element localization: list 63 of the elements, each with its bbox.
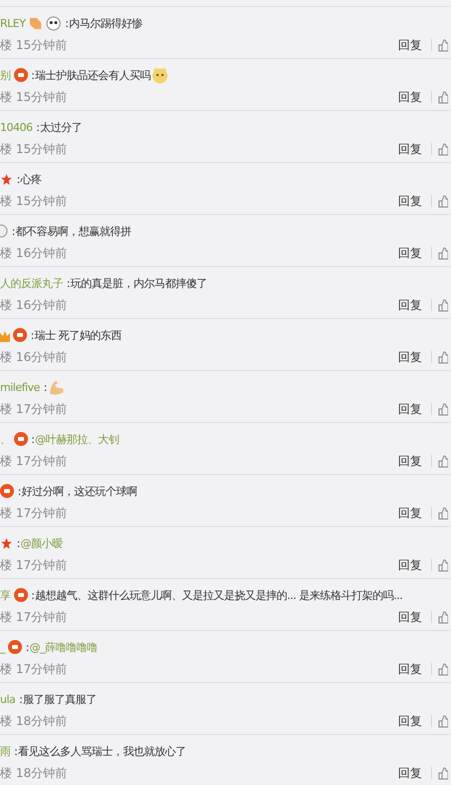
flexed-arm-icon <box>47 378 66 396</box>
floor-time: 楼 17分钟前 <box>0 556 68 574</box>
badge-icon <box>8 640 22 654</box>
reply-link[interactable]: 回复 <box>398 192 422 210</box>
thumbs-up-icon[interactable] <box>438 38 448 52</box>
reply-link[interactable]: 回复 <box>398 556 422 574</box>
reply-link[interactable]: 回复 <box>398 608 422 626</box>
floor-time: 楼 17分钟前 <box>0 452 68 470</box>
floor-time: 楼 15分钟前 <box>0 36 68 54</box>
thumbs-up-icon[interactable] <box>438 90 448 104</box>
floor-time: 楼 17分钟前 <box>0 400 68 418</box>
floor-time: 楼 18分钟前 <box>0 712 68 730</box>
floor-time: 楼 15分钟前 <box>0 88 68 106</box>
reply-link[interactable]: 回复 <box>398 504 422 522</box>
cat-face-icon <box>150 66 168 84</box>
thumbs-up-icon[interactable] <box>438 454 448 468</box>
reply-link[interactable]: 回复 <box>398 348 422 366</box>
star-icon <box>0 172 13 186</box>
thumbs-up-icon[interactable] <box>438 298 448 312</box>
comment-text: 服了服了真服了 <box>22 692 96 706</box>
floor-time: 楼 17分钟前 <box>0 608 68 626</box>
floor-time: 楼 16分钟前 <box>0 348 68 366</box>
reply-link[interactable]: 回复 <box>398 140 422 158</box>
floor-time: 楼 17分钟前 <box>0 660 68 678</box>
reply-link[interactable]: 回复 <box>398 764 422 782</box>
comment-text: 内马尔踢得好惨 <box>68 16 142 30</box>
star-icon <box>0 536 13 550</box>
crown-icon <box>0 328 10 342</box>
thumbs-up-icon[interactable] <box>438 194 448 208</box>
floor-time: 楼 15分钟前 <box>0 140 68 158</box>
thumbs-up-icon[interactable] <box>438 662 448 676</box>
reply-link[interactable]: 回复 <box>398 244 422 262</box>
reply-link[interactable]: 回复 <box>398 88 422 106</box>
thumbs-up-icon[interactable] <box>438 610 448 624</box>
reply-link[interactable]: 回复 <box>398 660 422 678</box>
thumbs-up-icon[interactable] <box>438 766 448 780</box>
comment-text: 越想越气、这群什么玩意儿啊、又是拉又是挠又是摔的... 是来练格斗打架的吗... <box>35 588 402 602</box>
floor-time: 楼 16分钟前 <box>0 244 68 262</box>
badge-icon <box>13 328 27 342</box>
floor-time: 楼 18分钟前 <box>0 764 68 782</box>
badge-icon <box>14 432 28 446</box>
reply-link[interactable]: 回复 <box>398 36 422 54</box>
floor-time: 楼 16分钟前 <box>0 296 68 314</box>
badge-icon <box>14 68 28 82</box>
panda-icon <box>46 16 62 30</box>
reply-link[interactable]: 回复 <box>398 296 422 314</box>
thumbs-up-icon[interactable] <box>438 714 448 728</box>
badge-icon <box>14 588 28 602</box>
thumbs-up-icon[interactable] <box>438 142 448 156</box>
thumbs-up-icon[interactable] <box>438 246 448 260</box>
thumbs-up-icon[interactable] <box>438 350 448 364</box>
thumbs-up-icon[interactable] <box>438 506 448 520</box>
reply-link[interactable]: 回复 <box>398 452 422 470</box>
comment-text: 心疼 <box>20 172 42 186</box>
badge-icon <box>0 484 14 498</box>
floor-time: 楼 17分钟前 <box>0 504 68 522</box>
reply-link[interactable]: 回复 <box>398 712 422 730</box>
comment-text: 太过分了 <box>40 120 82 134</box>
floor-time: 楼 15分钟前 <box>0 192 68 210</box>
thumbs-up-icon[interactable] <box>438 402 448 416</box>
thumbs-up-icon[interactable] <box>438 558 448 572</box>
colon: ： <box>40 380 50 394</box>
reply-link[interactable]: 回复 <box>398 400 422 418</box>
